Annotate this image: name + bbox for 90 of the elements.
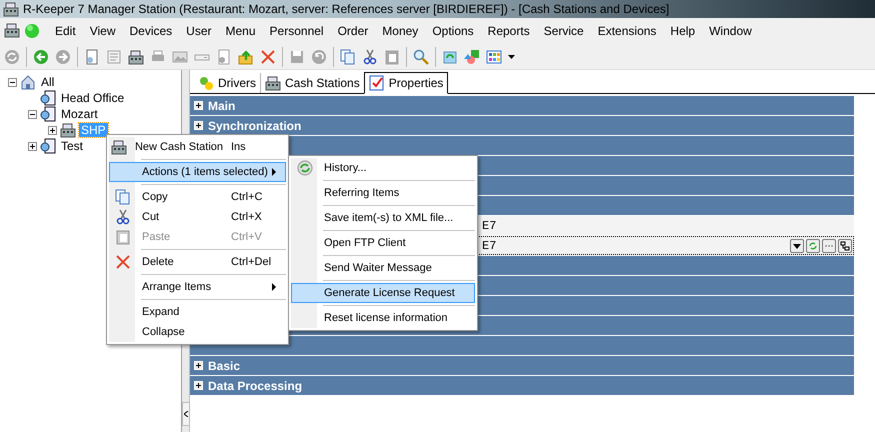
menu-item[interactable]: Expand xyxy=(109,302,286,322)
checklist-icon xyxy=(368,75,385,91)
building-icon xyxy=(40,90,56,106)
dropdown-button[interactable] xyxy=(790,238,804,252)
hierarchy-button[interactable] xyxy=(838,238,852,252)
cash-register-icon xyxy=(60,122,76,138)
menu-item[interactable]: Collapse xyxy=(109,322,286,342)
house-icon xyxy=(20,74,36,90)
menu-item[interactable]: Send Waiter Message xyxy=(291,258,475,278)
delete-icon xyxy=(115,254,131,270)
collapse-icon[interactable] xyxy=(28,110,37,118)
status-light-icon xyxy=(24,23,40,39)
refresh-window-icon[interactable] xyxy=(442,48,458,64)
cash-register-icon xyxy=(111,139,128,155)
menu-item[interactable]: Generate License Request xyxy=(291,283,475,303)
cash-register-icon xyxy=(3,1,19,17)
menu-item[interactable]: Order xyxy=(330,22,376,40)
menu-item[interactable]: Service xyxy=(536,22,591,40)
menu-item[interactable]: Menu xyxy=(218,22,263,40)
shapes-icon[interactable] xyxy=(464,48,480,64)
tab[interactable]: Drivers xyxy=(194,73,260,93)
history-icon xyxy=(297,160,313,176)
hierarchy-icon xyxy=(840,240,850,250)
group-header[interactable]: Basic xyxy=(190,356,854,375)
submenu-arrow-icon xyxy=(272,168,277,176)
menu-item[interactable]: View xyxy=(82,22,122,40)
chevron-left-icon xyxy=(184,411,188,417)
copy-icon[interactable] xyxy=(340,48,356,64)
scissors-icon[interactable] xyxy=(362,48,378,64)
group-header[interactable]: Data Processing xyxy=(190,376,854,395)
menu-item[interactable]: Delete Ctrl+Del xyxy=(109,252,286,272)
search-icon[interactable] xyxy=(413,48,429,64)
property-value: E7 xyxy=(482,218,496,234)
collapse-icon[interactable] xyxy=(8,78,17,86)
submenu-arrow-icon xyxy=(272,283,277,291)
menu-item[interactable]: Money xyxy=(375,22,426,40)
expand-icon[interactable] xyxy=(194,121,203,130)
menu-item[interactable]: Edit xyxy=(48,22,83,40)
window-title: R-Keeper 7 Manager Station (Restaurant: Mozart, server: References server [BIRDIEREF]) - [Cash Stations and Devices] xyxy=(23,1,670,18)
menu-item[interactable]: Extensions xyxy=(590,22,664,40)
tree-item[interactable]: All xyxy=(39,75,56,89)
cash-register-icon[interactable] xyxy=(128,48,144,64)
upload-folder-icon[interactable] xyxy=(238,48,254,64)
expand-icon[interactable] xyxy=(194,361,203,370)
group-label: Basic xyxy=(208,358,240,374)
building-icon xyxy=(40,106,56,122)
cash-register-icon xyxy=(265,75,281,91)
property-value: E7 xyxy=(482,238,496,254)
menu-item[interactable]: Copy Ctrl+C xyxy=(109,187,286,207)
tree-item[interactable]: Test xyxy=(59,139,86,153)
cash-register-icon[interactable] xyxy=(4,22,22,40)
refresh-icon xyxy=(808,240,818,250)
menu-item[interactable]: Arrange Items xyxy=(109,277,286,297)
menu-item[interactable]: Actions (1 items selected) xyxy=(109,162,286,182)
grid-icon[interactable] xyxy=(486,48,502,64)
group-label: Synchronization xyxy=(208,118,302,134)
menu-item[interactable]: New Cash Station Ins xyxy=(109,137,286,157)
splitter-collapse-button[interactable] xyxy=(182,402,190,426)
group-header[interactable]: Synchronization xyxy=(190,116,854,135)
menu-item[interactable]: Window xyxy=(702,22,759,40)
refresh-button[interactable] xyxy=(806,238,820,252)
expand-icon[interactable] xyxy=(194,381,203,390)
tab[interactable]: Cash Stations xyxy=(261,73,364,93)
clipboard-icon xyxy=(115,229,131,245)
menu-item[interactable]: User xyxy=(179,22,219,40)
building-icon xyxy=(40,138,56,154)
document-icon[interactable] xyxy=(84,48,100,64)
menu-item[interactable]: Reset license information xyxy=(291,308,475,328)
expand-icon[interactable] xyxy=(194,101,203,110)
menu-item[interactable]: Open FTP Client xyxy=(291,233,475,253)
dropdown-caret-icon[interactable] xyxy=(508,54,515,58)
menu-item[interactable]: Reports xyxy=(480,22,537,40)
tree-item[interactable]: Head Office xyxy=(59,91,126,105)
menu-item[interactable]: Devices xyxy=(122,22,180,40)
expand-icon[interactable] xyxy=(48,126,57,134)
menu-item[interactable]: Help xyxy=(663,22,702,40)
group-header[interactable]: Main xyxy=(190,96,854,115)
group-label: Main xyxy=(208,98,236,114)
menu-item[interactable]: Referring Items xyxy=(291,183,475,203)
menu-item[interactable]: History... xyxy=(291,158,475,178)
ellipsis-button[interactable] xyxy=(822,238,836,252)
scissors-icon xyxy=(115,209,131,225)
group-label: Data Processing xyxy=(208,378,302,394)
delete-icon[interactable] xyxy=(260,48,276,64)
menu-item[interactable]: Personnel xyxy=(262,22,331,40)
tree-item[interactable]: Mozart xyxy=(59,107,100,121)
menu-item[interactable]: Options xyxy=(425,22,481,40)
tab[interactable]: Properties xyxy=(364,72,448,94)
copy-icon xyxy=(115,189,131,205)
expand-icon[interactable] xyxy=(28,142,37,150)
